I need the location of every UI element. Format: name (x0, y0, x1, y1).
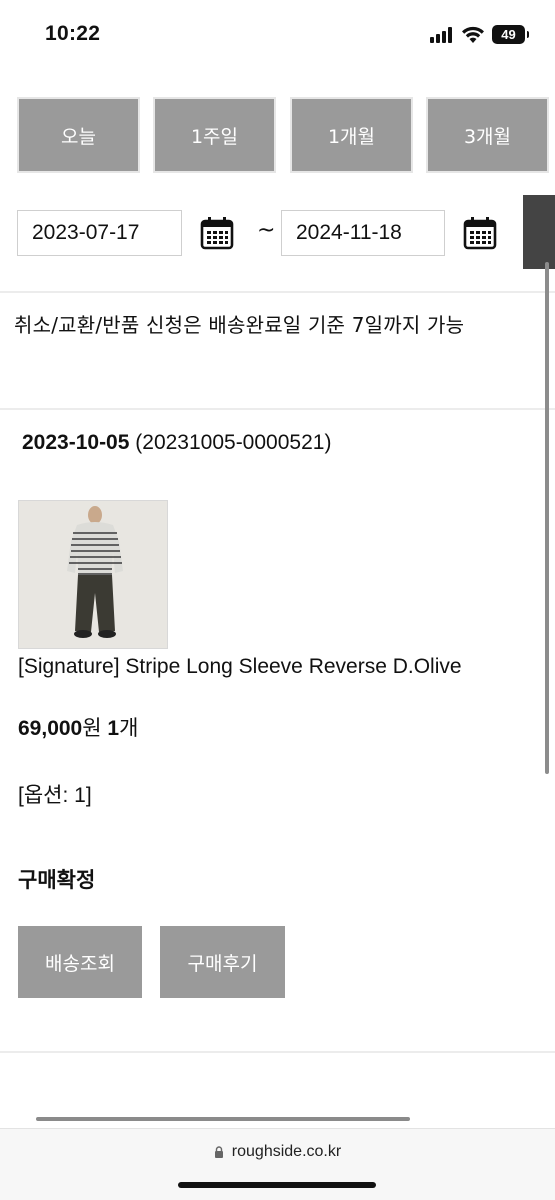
order-number: (20231005-0000521) (135, 431, 332, 454)
order-status: 구매확정 (18, 868, 96, 892)
scrollbar[interactable] (545, 262, 549, 774)
status-bar: 10:22 49 (0, 0, 555, 70)
calendar-icon[interactable] (199, 215, 235, 251)
battery-icon: 49 (492, 25, 529, 44)
horizontal-scroll-indicator (36, 1117, 410, 1121)
write-review-button[interactable]: 구매후기 (160, 926, 285, 998)
product-photo (19, 501, 167, 648)
quantity-unit: 개 (119, 717, 139, 740)
order-header: 2023-10-05 (20231005-0000521) (22, 431, 331, 455)
lock-icon (214, 1146, 223, 1158)
track-delivery-button[interactable]: 배송조회 (18, 926, 142, 998)
period-today-button[interactable]: 오늘 (17, 97, 140, 173)
url-text: roughside.co.kr (231, 1143, 342, 1160)
end-date-input[interactable]: 2024-11-18 (281, 210, 445, 256)
browser-address-bar[interactable]: roughside.co.kr (0, 1128, 555, 1200)
product-name[interactable]: [Signature] Stripe Long Sleeve Reverse D… (18, 655, 462, 679)
signal-icon (430, 27, 454, 43)
product-option: [옵션: 1] (18, 784, 92, 807)
search-button[interactable] (523, 195, 555, 269)
product-quantity: 1 (107, 717, 120, 740)
period-filter: 오늘 1주일 1개월 3개월 (17, 97, 549, 173)
divider (0, 408, 555, 410)
url-display[interactable]: roughside.co.kr (0, 1143, 555, 1161)
start-date-input[interactable]: 2023-07-17 (17, 210, 182, 256)
divider (0, 1051, 555, 1053)
order-date: 2023-10-05 (22, 431, 130, 454)
status-time: 10:22 (45, 22, 101, 45)
period-1month-button[interactable]: 1개월 (290, 97, 413, 173)
period-1week-button[interactable]: 1주일 (153, 97, 276, 173)
date-range: 2023-07-17 ~ 2024-11-18 (17, 195, 555, 269)
divider (0, 291, 555, 293)
calendar-icon[interactable] (462, 215, 498, 251)
return-policy-notice: 취소/교환/반품 신청은 배송완료일 기준 7일까지 가능 (14, 313, 465, 337)
date-separator: ~ (257, 218, 276, 243)
product-price: 69,000 (18, 717, 83, 740)
wifi-icon (462, 26, 484, 43)
price-unit: 원 (82, 717, 102, 740)
product-image[interactable] (18, 500, 168, 649)
period-3month-button[interactable]: 3개월 (426, 97, 549, 173)
home-indicator[interactable] (178, 1182, 376, 1188)
price-quantity: 69,000원 1개 (18, 712, 138, 742)
